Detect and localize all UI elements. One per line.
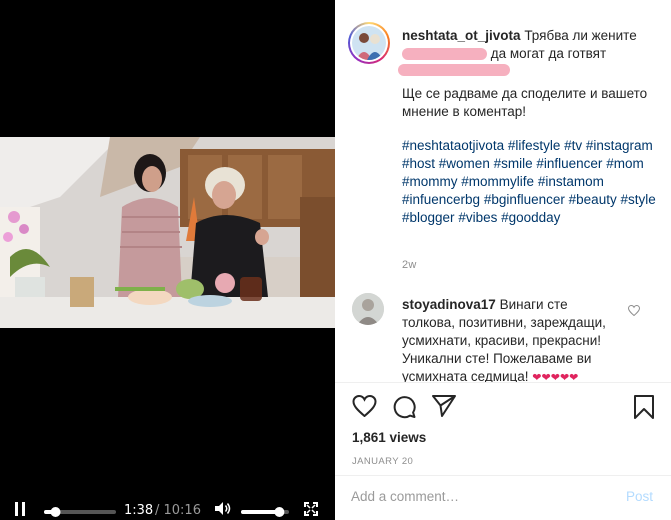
- author-username[interactable]: neshtata_ot_jivota: [402, 28, 521, 43]
- hashtag-link[interactable]: #blogger: [402, 210, 455, 225]
- comment-input[interactable]: [351, 489, 601, 504]
- comment-emoji: ❤❤❤❤❤: [532, 371, 579, 382]
- progress-slider[interactable]: [42, 506, 118, 518]
- hashtag-link[interactable]: #tv: [564, 138, 582, 153]
- hashtag-link[interactable]: #vibes: [458, 210, 497, 225]
- comments-scroll-area[interactable]: neshtata_ot_jivota Трябва ли жените да м…: [335, 0, 671, 382]
- hashtag-link[interactable]: #influencer: [536, 156, 602, 171]
- redaction-mark: [398, 64, 510, 76]
- current-time: 1:38: [124, 503, 154, 518]
- redaction-mark: [402, 48, 487, 61]
- caption-title: neshtata_ot_jivota Трябва ли жените да м…: [398, 27, 664, 76]
- comment-item: stoyadinova17 Винаги сте толкова, позити…: [402, 296, 620, 382]
- duration: / 10:16: [155, 503, 201, 518]
- hashtag-list: #neshtataotjivota #lifestyle #tv #instag…: [402, 137, 664, 227]
- hashtag-link[interactable]: #mommylife: [461, 174, 534, 189]
- commenter-avatar[interactable]: [352, 293, 384, 325]
- caption-title-start: Трябва ли жените: [524, 28, 637, 43]
- author-avatar[interactable]: [348, 22, 390, 64]
- share-icon[interactable]: [432, 395, 456, 417]
- post-comment-button[interactable]: Post: [626, 489, 653, 504]
- caption-question: Ще се радваме да споделите и вашето мнен…: [402, 86, 648, 119]
- comment-composer: Post: [335, 475, 671, 520]
- hashtag-link[interactable]: #neshtataotjivota: [402, 138, 504, 153]
- avatar-image: [352, 26, 386, 60]
- video-panel[interactable]: 1:38 / 10:16: [0, 0, 335, 520]
- commenter-avatar-image: [352, 293, 384, 325]
- hashtag-link[interactable]: #women: [439, 156, 490, 171]
- view-count[interactable]: 1,861 views: [352, 430, 426, 445]
- video-controls: 1:38 / 10:16: [0, 496, 335, 520]
- bookmark-icon[interactable]: [633, 395, 655, 419]
- hashtag-link[interactable]: #host: [402, 156, 435, 171]
- comment-like-heart-icon[interactable]: [628, 305, 640, 316]
- video-still-image: [0, 137, 335, 328]
- hashtag-link[interactable]: #mom: [606, 156, 644, 171]
- caption-title-end: да могат да готвят: [490, 46, 607, 61]
- commenter-username[interactable]: stoyadinova17: [402, 297, 496, 312]
- hashtag-link[interactable]: #instamom: [538, 174, 604, 189]
- hashtag-link[interactable]: #goodday: [501, 210, 560, 225]
- comment-icon[interactable]: [392, 395, 417, 419]
- video-frame[interactable]: [0, 137, 335, 328]
- heart-icon[interactable]: [352, 395, 377, 417]
- hashtag-link[interactable]: #beauty: [569, 192, 617, 207]
- hashtag-link[interactable]: #mommy: [402, 174, 458, 189]
- fullscreen-icon[interactable]: [304, 502, 318, 516]
- volume-icon[interactable]: [214, 501, 232, 516]
- hashtag-link[interactable]: #infuencerbg: [402, 192, 480, 207]
- hashtag-link[interactable]: #smile: [494, 156, 533, 171]
- post-caption: neshtata_ot_jivota Трябва ли жените да м…: [398, 27, 664, 227]
- post-info-panel: neshtata_ot_jivota Трябва ли жените да м…: [335, 0, 671, 520]
- hashtag-link[interactable]: #lifestyle: [508, 138, 561, 153]
- post-age: 2w: [402, 259, 417, 271]
- hashtag-link[interactable]: #style: [620, 192, 655, 207]
- volume-slider[interactable]: [239, 506, 291, 518]
- post-date[interactable]: JANUARY 20: [352, 456, 413, 467]
- pause-icon[interactable]: [14, 502, 26, 516]
- hashtag-link[interactable]: #instagram: [586, 138, 653, 153]
- post-actions: 1,861 views JANUARY 20 Post: [335, 382, 671, 520]
- hashtag-link[interactable]: #bginfluencer: [484, 192, 565, 207]
